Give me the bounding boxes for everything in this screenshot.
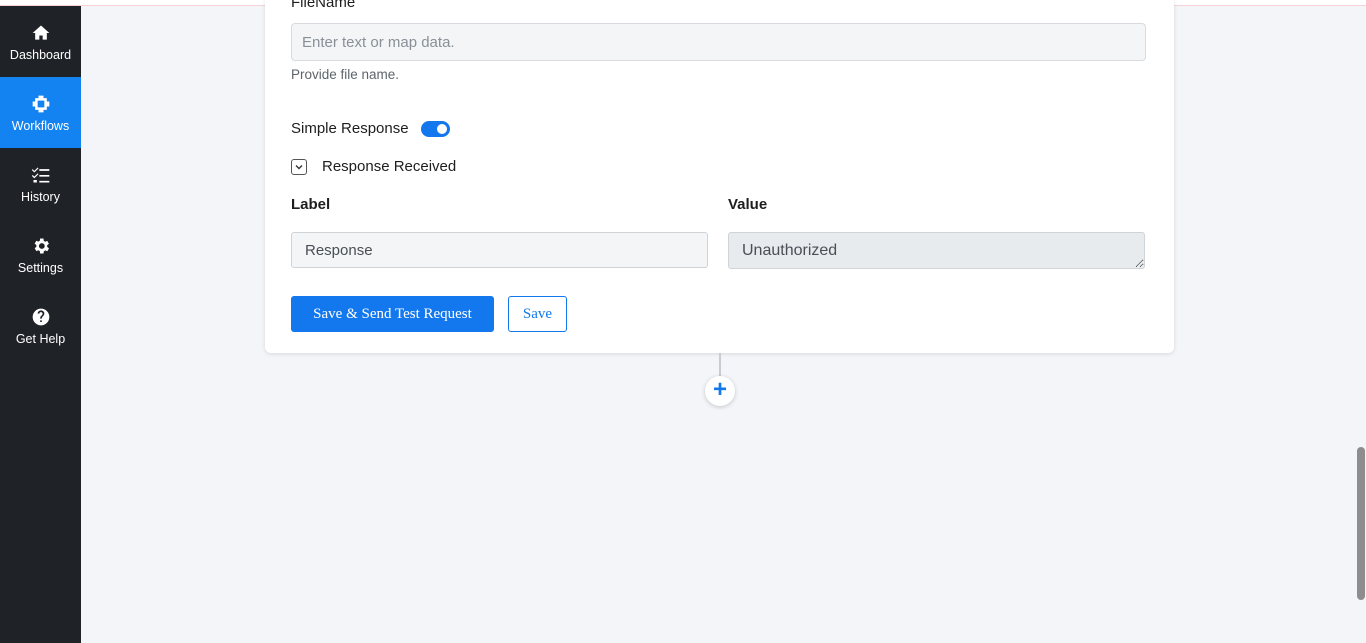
add-step-button[interactable]: + (705, 376, 735, 406)
step-connector (719, 353, 721, 377)
response-received-label: Response Received (322, 158, 457, 175)
file-name-input[interactable] (291, 23, 1146, 61)
step-config-card: FileName Provide file name. Simple Respo… (265, 0, 1174, 353)
save-button[interactable]: Save (508, 296, 567, 332)
sidebar-item-label: Get Help (15, 331, 66, 346)
list-check-icon (30, 164, 52, 186)
simple-response-toggle[interactable] (420, 120, 450, 137)
simple-response-row: Simple Response (291, 120, 450, 137)
response-value-field[interactable]: Unauthorized (728, 232, 1145, 269)
file-name-helper: Provide file name. (291, 67, 400, 82)
collapse-toggle[interactable] (291, 158, 307, 175)
value-column-header: Value (728, 196, 768, 213)
save-send-test-button[interactable]: Save & Send Test Request (291, 296, 494, 332)
question-circle-icon (30, 306, 52, 328)
plus-icon: + (712, 376, 727, 403)
response-label-field[interactable] (291, 232, 708, 268)
sidebar-item-label: Dashboard (9, 47, 72, 62)
home-icon (30, 22, 52, 44)
file-name-title: FileName (291, 0, 356, 11)
sidebar-item-get-help[interactable]: Get Help (0, 290, 81, 361)
response-received-row[interactable]: Response Received (291, 158, 456, 175)
sidebar-item-label: History (21, 189, 60, 204)
label-column-header: Label (291, 196, 331, 213)
toggle-knob (436, 123, 447, 134)
sidebar-item-label: Settings (17, 260, 64, 275)
workflow-icon (30, 93, 52, 115)
simple-response-label: Simple Response (291, 120, 409, 137)
chevron-down-icon (295, 164, 303, 169)
gear-icon (30, 235, 52, 257)
sidebar-item-history[interactable]: History (0, 148, 81, 219)
sidebar-item-workflows[interactable]: Workflows (0, 77, 81, 148)
scrollbar-thumb[interactable] (1357, 447, 1365, 600)
sidebar-item-label: Workflows (11, 118, 70, 133)
sidebar: Dashboard Workflows History Settings Get… (0, 6, 81, 643)
sidebar-item-settings[interactable]: Settings (0, 219, 81, 290)
sidebar-item-dashboard[interactable]: Dashboard (0, 6, 81, 77)
